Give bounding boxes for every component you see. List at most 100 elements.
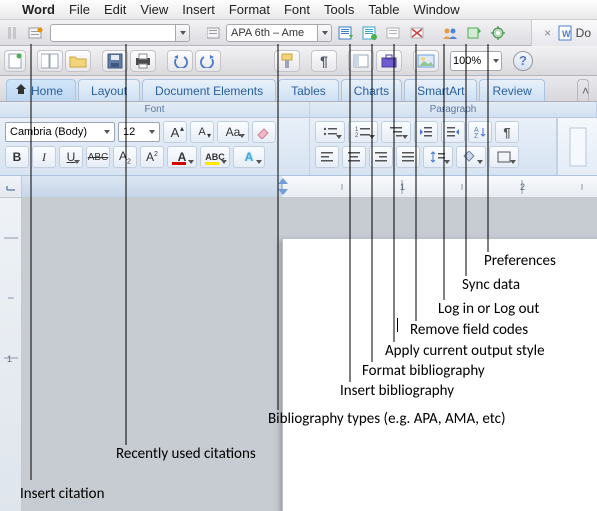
justify-button[interactable] (396, 146, 420, 168)
styles-panel[interactable] (557, 118, 597, 175)
remove-field-codes-button[interactable] (408, 24, 428, 42)
login-logout-button[interactable] (440, 24, 460, 42)
increase-indent-button[interactable] (441, 121, 465, 143)
grow-font-button[interactable]: A▴ (163, 121, 187, 143)
font-size-select[interactable]: 12 (118, 122, 160, 142)
decrease-indent-button[interactable] (414, 121, 438, 143)
sidebar-toggle-button[interactable] (348, 50, 374, 72)
undo-button[interactable] (167, 50, 193, 72)
toolbar-handle-icon (4, 24, 22, 42)
menu-window[interactable]: Window (413, 2, 459, 17)
vertical-ruler[interactable]: 1 (0, 198, 22, 511)
insert-citation-button[interactable] (26, 24, 46, 42)
recent-citations-dropdown[interactable] (50, 24, 190, 42)
tab-smartart[interactable]: SmartArt (404, 79, 477, 101)
group-header-paragraph: Paragraph (310, 102, 597, 117)
close-icon[interactable]: × (542, 27, 554, 39)
superscript-button[interactable]: A2 (140, 146, 164, 168)
sort-button[interactable]: AZ (468, 121, 492, 143)
tab-home[interactable]: Home (6, 79, 76, 101)
hanging-indent-marker[interactable] (278, 189, 288, 195)
menu-insert[interactable]: Insert (182, 2, 215, 17)
mac-menu-bar[interactable]: Word File Edit View Insert Format Font T… (0, 0, 597, 20)
home-icon (15, 83, 27, 98)
format-painter-button[interactable] (274, 50, 300, 72)
svg-text:1: 1 (7, 354, 12, 364)
menu-tools[interactable]: Tools (324, 2, 354, 17)
ribbon-collapse-button[interactable]: ˄ (577, 79, 589, 101)
standard-toolbar: ¶ 100% ? (0, 46, 597, 76)
subscript-button[interactable]: A2 (113, 146, 137, 168)
media-browser-button[interactable] (413, 50, 439, 72)
new-doc-button[interactable] (4, 50, 26, 72)
help-button[interactable]: ? (513, 51, 533, 71)
document-tab[interactable]: × W Do (531, 20, 597, 46)
tab-charts[interactable]: Charts (341, 79, 402, 101)
open-button[interactable] (65, 50, 91, 72)
citation-style-icon[interactable] (206, 24, 222, 42)
save-button[interactable] (102, 50, 128, 72)
menu-view[interactable]: View (140, 2, 168, 17)
tab-selector[interactable] (0, 176, 22, 197)
menu-font[interactable]: Font (284, 2, 310, 17)
app-name[interactable]: Word (22, 2, 55, 17)
toolbox-button[interactable] (376, 50, 402, 72)
insert-bibliography-button[interactable] (336, 24, 356, 42)
text-effects-button[interactable]: A (233, 146, 265, 168)
line-spacing-button[interactable] (423, 146, 453, 168)
show-formatting-button[interactable]: ¶ (311, 50, 337, 72)
svg-text:W: W (562, 29, 571, 39)
tab-tables[interactable]: Tables (278, 79, 339, 101)
font-name-value: Cambria (Body) (10, 126, 87, 138)
menu-edit[interactable]: Edit (104, 2, 126, 17)
italic-button[interactable]: I (32, 146, 56, 168)
shading-button[interactable] (456, 146, 486, 168)
tab-layout[interactable]: Layout (78, 79, 140, 101)
sync-data-button[interactable] (464, 24, 484, 42)
clear-formatting-button[interactable] (252, 121, 276, 143)
new-from-template-button[interactable] (37, 50, 63, 72)
anno-bib-types: Bibliography types (e.g. APA, AMA, etc) (268, 410, 506, 428)
preferences-button[interactable] (488, 24, 508, 42)
font-name-select[interactable]: Cambria (Body) (5, 122, 115, 142)
bibliography-type-dropdown[interactable]: APA 6th – Ame (226, 24, 332, 42)
paragraph-group: 12 AZ ¶ (310, 118, 557, 175)
align-center-button[interactable] (342, 146, 366, 168)
multilevel-list-button[interactable] (381, 121, 411, 143)
apply-output-style-button[interactable] (384, 24, 404, 42)
menu-file[interactable]: File (69, 2, 90, 17)
anno-insert-citation: Insert citation (20, 485, 104, 503)
font-size-value: 12 (123, 126, 135, 138)
first-line-indent-marker[interactable] (278, 178, 288, 184)
bullets-button[interactable] (315, 121, 345, 143)
anno-recent-citations: Recently used citations (116, 445, 256, 463)
strikethrough-button[interactable]: ABC (86, 146, 110, 168)
change-case-button[interactable]: Aa (217, 121, 249, 143)
font-group: Cambria (Body) 12 A▴ A▾ Aa B I U ABC A2 … (0, 118, 310, 175)
svg-text:2: 2 (355, 133, 359, 138)
word-doc-icon: W (558, 25, 572, 41)
redo-button[interactable] (195, 50, 221, 72)
menu-table[interactable]: Table (368, 2, 399, 17)
menu-format[interactable]: Format (229, 2, 270, 17)
font-color-button[interactable]: A (167, 146, 197, 168)
anno-login: Log in or Log out (438, 300, 539, 318)
format-bibliography-button[interactable] (360, 24, 380, 42)
zoom-value: 100% (453, 55, 481, 67)
horizontal-ruler[interactable]: 1 2 (22, 176, 597, 197)
borders-button[interactable] (489, 146, 519, 168)
align-right-button[interactable] (369, 146, 393, 168)
print-button[interactable] (130, 50, 156, 72)
tab-review[interactable]: Review (479, 79, 544, 101)
zoom-combo[interactable]: 100% (450, 51, 502, 71)
shrink-font-button[interactable]: A▾ (190, 121, 214, 143)
align-left-button[interactable] (315, 146, 339, 168)
show-marks-button[interactable]: ¶ (495, 121, 519, 143)
numbering-button[interactable]: 12 (348, 121, 378, 143)
text-cursor (397, 318, 398, 332)
tab-document-elements[interactable]: Document Elements (142, 79, 276, 101)
bold-button[interactable]: B (5, 146, 29, 168)
highlight-button[interactable]: ABC (200, 146, 230, 168)
underline-button[interactable]: U (59, 146, 83, 168)
ribbon-group-headers: Font Paragraph (0, 102, 597, 118)
